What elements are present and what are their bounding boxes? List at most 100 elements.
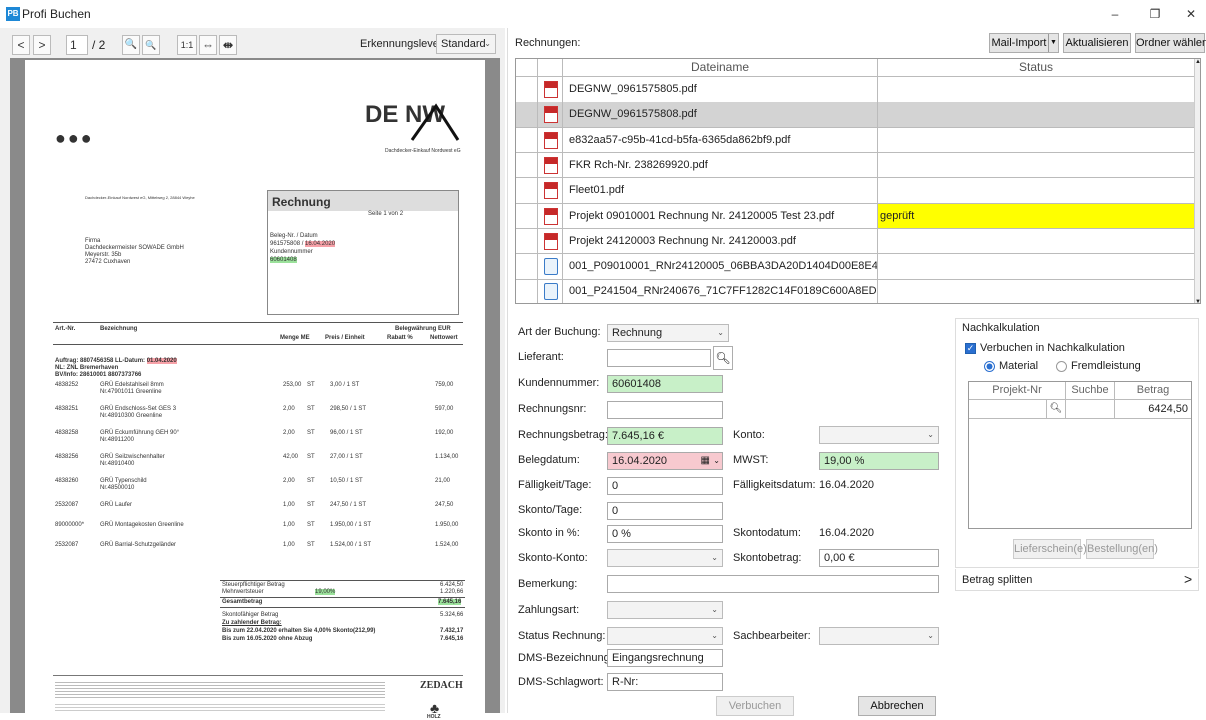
rechnungsbetrag-input[interactable]: 7.645,16 € — [607, 427, 723, 445]
status-cell[interactable] — [878, 279, 1194, 303]
konto-select[interactable]: ⌄ — [819, 426, 939, 444]
status-cell[interactable] — [878, 254, 1194, 279]
invoice-file-row[interactable]: 001_P241504_RNr240676_71C7FF1282C14F0189… — [516, 279, 1194, 303]
filename-cell[interactable]: 001_P241504_RNr240676_71C7FF1282C14F0189… — [563, 279, 878, 303]
row-selector[interactable] — [516, 77, 538, 102]
status-rechnung-select[interactable]: ⌄ — [607, 627, 723, 645]
nachkalk-checkbox[interactable]: ✓ — [965, 343, 976, 354]
recognition-level-select[interactable]: Standard ⌄ — [436, 34, 496, 54]
zahlungsart-select[interactable]: ⌄ — [607, 601, 723, 619]
kundennummer-input[interactable]: 60601408 — [607, 375, 723, 393]
col-betrag[interactable]: Betrag — [1115, 382, 1191, 400]
zoom-out-icon[interactable]: 🔍 — [142, 35, 160, 55]
faelligkeit-tage-input[interactable]: 0 — [607, 477, 723, 495]
col-projekt-nr[interactable]: Projekt-Nr — [969, 382, 1066, 400]
mwst-input[interactable]: 19,00 % — [819, 452, 939, 470]
bemerkung-input[interactable] — [607, 575, 939, 593]
row-selector[interactable] — [516, 203, 538, 228]
suchbe-cell[interactable] — [1066, 400, 1115, 419]
invoice-file-row[interactable]: 001_P09010001_RNr24120005_06BBA3DA20D140… — [516, 254, 1194, 280]
status-cell[interactable] — [878, 153, 1194, 178]
invoice-file-row[interactable]: Projekt 24120003 Rechnung Nr. 24120003.p… — [516, 228, 1194, 255]
lieferant-label: Lieferant: — [518, 351, 564, 363]
mail-import-button[interactable]: Mail-Import ▼ — [989, 33, 1059, 53]
date-dropdown-icon[interactable]: ⌄ — [713, 453, 720, 469]
filename-cell[interactable]: e832aa57-c95b-41cd-b5fa-6365da862bf9.pdf — [563, 127, 878, 153]
status-cell[interactable] — [878, 178, 1194, 203]
fit-width-icon[interactable]: ⇔ — [199, 35, 217, 55]
filename-cell[interactable]: Projekt 09010001 Rechnung Nr. 24120005 T… — [563, 203, 878, 228]
item-menge: 1,00 — [283, 542, 295, 548]
status-cell[interactable] — [878, 229, 1194, 254]
status-cell[interactable] — [878, 128, 1194, 153]
filename-cell[interactable]: FKR Rch-Nr. 238269920.pdf — [563, 152, 878, 178]
filename-cell[interactable]: DEGNW_0961575808.pdf — [563, 102, 878, 127]
projekt-nr-cell[interactable] — [969, 400, 1047, 419]
minimize-button[interactable]: – — [1100, 4, 1130, 24]
verbuchen-button[interactable]: Verbuchen — [716, 696, 794, 716]
status-cell[interactable] — [878, 77, 1194, 102]
col-status[interactable]: Status — [878, 59, 1194, 76]
status-cell[interactable]: geprüft — [878, 203, 1194, 228]
filename-cell[interactable]: 001_P09010001_RNr24120005_06BBA3DA20D140… — [563, 254, 878, 279]
close-button[interactable]: ✕ — [1176, 4, 1206, 24]
row-selector[interactable] — [516, 279, 538, 303]
invoice-file-row[interactable]: e832aa57-c95b-41cd-b5fa-6365da862bf9.pdf — [516, 127, 1194, 154]
row-selector[interactable] — [516, 228, 538, 254]
material-radio[interactable] — [984, 361, 995, 372]
page-number-input[interactable]: 1 — [66, 35, 88, 55]
invoice-file-row[interactable]: Fleet01.pdf — [516, 178, 1194, 204]
ordner-waehlen-button[interactable]: Ordner wählen — [1135, 33, 1206, 53]
grid-scrollbar[interactable]: ▲ ▼ — [1194, 59, 1200, 303]
fit-page-icon[interactable]: ⇹ — [219, 35, 237, 55]
nachkalk-grid[interactable]: Projekt-Nr Suchbe Betrag 🔍︎ 6424,50 — [968, 381, 1192, 529]
rechnungsnr-input[interactable] — [607, 401, 723, 419]
col-dateiname[interactable]: Dateiname — [563, 59, 878, 76]
invoice-file-row[interactable]: FKR Rch-Nr. 238269920.pdf — [516, 152, 1194, 179]
status-cell[interactable] — [878, 102, 1194, 127]
invoice-file-row[interactable]: Projekt 09010001 Rechnung Nr. 24120005 T… — [516, 203, 1194, 229]
prev-page-button[interactable]: < — [12, 35, 30, 55]
calendar-icon[interactable]: ▦ — [701, 453, 710, 469]
pdf-canvas[interactable]: ●●● DE NW Dachdecker-Einkauf Nordwest eG… — [10, 58, 500, 720]
row-selector[interactable] — [516, 254, 538, 279]
actual-size-button[interactable]: 1:1 — [177, 35, 197, 55]
skontobetrag-input[interactable]: 0,00 € — [819, 549, 939, 567]
mail-import-dropdown-icon[interactable]: ▼ — [1048, 34, 1058, 52]
betrag-cell[interactable]: 6424,50 — [1115, 400, 1191, 419]
status-rechnung-label: Status Rechnung: — [518, 630, 606, 642]
nachkalk-row[interactable]: 🔍︎ 6424,50 — [969, 400, 1191, 419]
invoice-file-grid[interactable]: Dateiname Status DEGNW_0961575805.pdf DEG… — [515, 58, 1201, 304]
aktualisieren-button[interactable]: Aktualisieren — [1063, 33, 1131, 53]
row-selector[interactable] — [516, 152, 538, 178]
lieferant-search-icon[interactable]: 🔍︎ — [713, 346, 733, 370]
restore-button[interactable]: ❐ — [1140, 4, 1170, 24]
bestellung-button[interactable]: Bestellung(en) — [1086, 539, 1158, 559]
lieferant-input[interactable] — [607, 349, 711, 367]
sachbearbeiter-select[interactable]: ⌄ — [819, 627, 939, 645]
col-suchbe[interactable]: Suchbe — [1066, 382, 1115, 400]
next-page-button[interactable]: > — [33, 35, 51, 55]
row-selector[interactable] — [516, 127, 538, 153]
lieferschein-button[interactable]: Lieferschein(e) — [1013, 539, 1087, 559]
row-selector[interactable] — [516, 102, 538, 127]
invoice-file-row[interactable]: DEGNW_0961575808.pdf — [516, 102, 1194, 128]
zoom-in-icon[interactable]: 🔍 — [122, 35, 140, 55]
belegdatum-label: Belegdatum: — [518, 454, 580, 466]
skonto-tage-input[interactable]: 0 — [607, 502, 723, 520]
belegdatum-input[interactable]: 16.04.2020 ▦ ⌄ — [607, 452, 723, 470]
art-der-buchung-select[interactable]: Rechnung ⌄ — [607, 324, 729, 342]
fremdleistung-radio[interactable] — [1056, 361, 1067, 372]
filename-cell[interactable]: Projekt 24120003 Rechnung Nr. 24120003.p… — [563, 228, 878, 254]
dms-bezeichnung-input[interactable]: Eingangsrechnung — [607, 649, 723, 667]
abbrechen-button[interactable]: Abbrechen — [858, 696, 936, 716]
dms-schlagwort-input[interactable]: R-Nr: — [607, 673, 723, 691]
filename-cell[interactable]: DEGNW_0961575805.pdf — [563, 77, 878, 102]
skonto-konto-select[interactable]: ⌄ — [607, 549, 723, 567]
betrag-splitten-row[interactable]: Betrag splitten > — [955, 569, 1199, 591]
projekt-search-icon[interactable]: 🔍︎ — [1047, 400, 1066, 419]
filename-cell[interactable]: Fleet01.pdf — [563, 178, 878, 203]
invoice-file-row[interactable]: DEGNW_0961575805.pdf — [516, 77, 1194, 103]
row-selector[interactable] — [516, 178, 538, 203]
skonto-prozent-input[interactable]: 0 % — [607, 525, 723, 543]
